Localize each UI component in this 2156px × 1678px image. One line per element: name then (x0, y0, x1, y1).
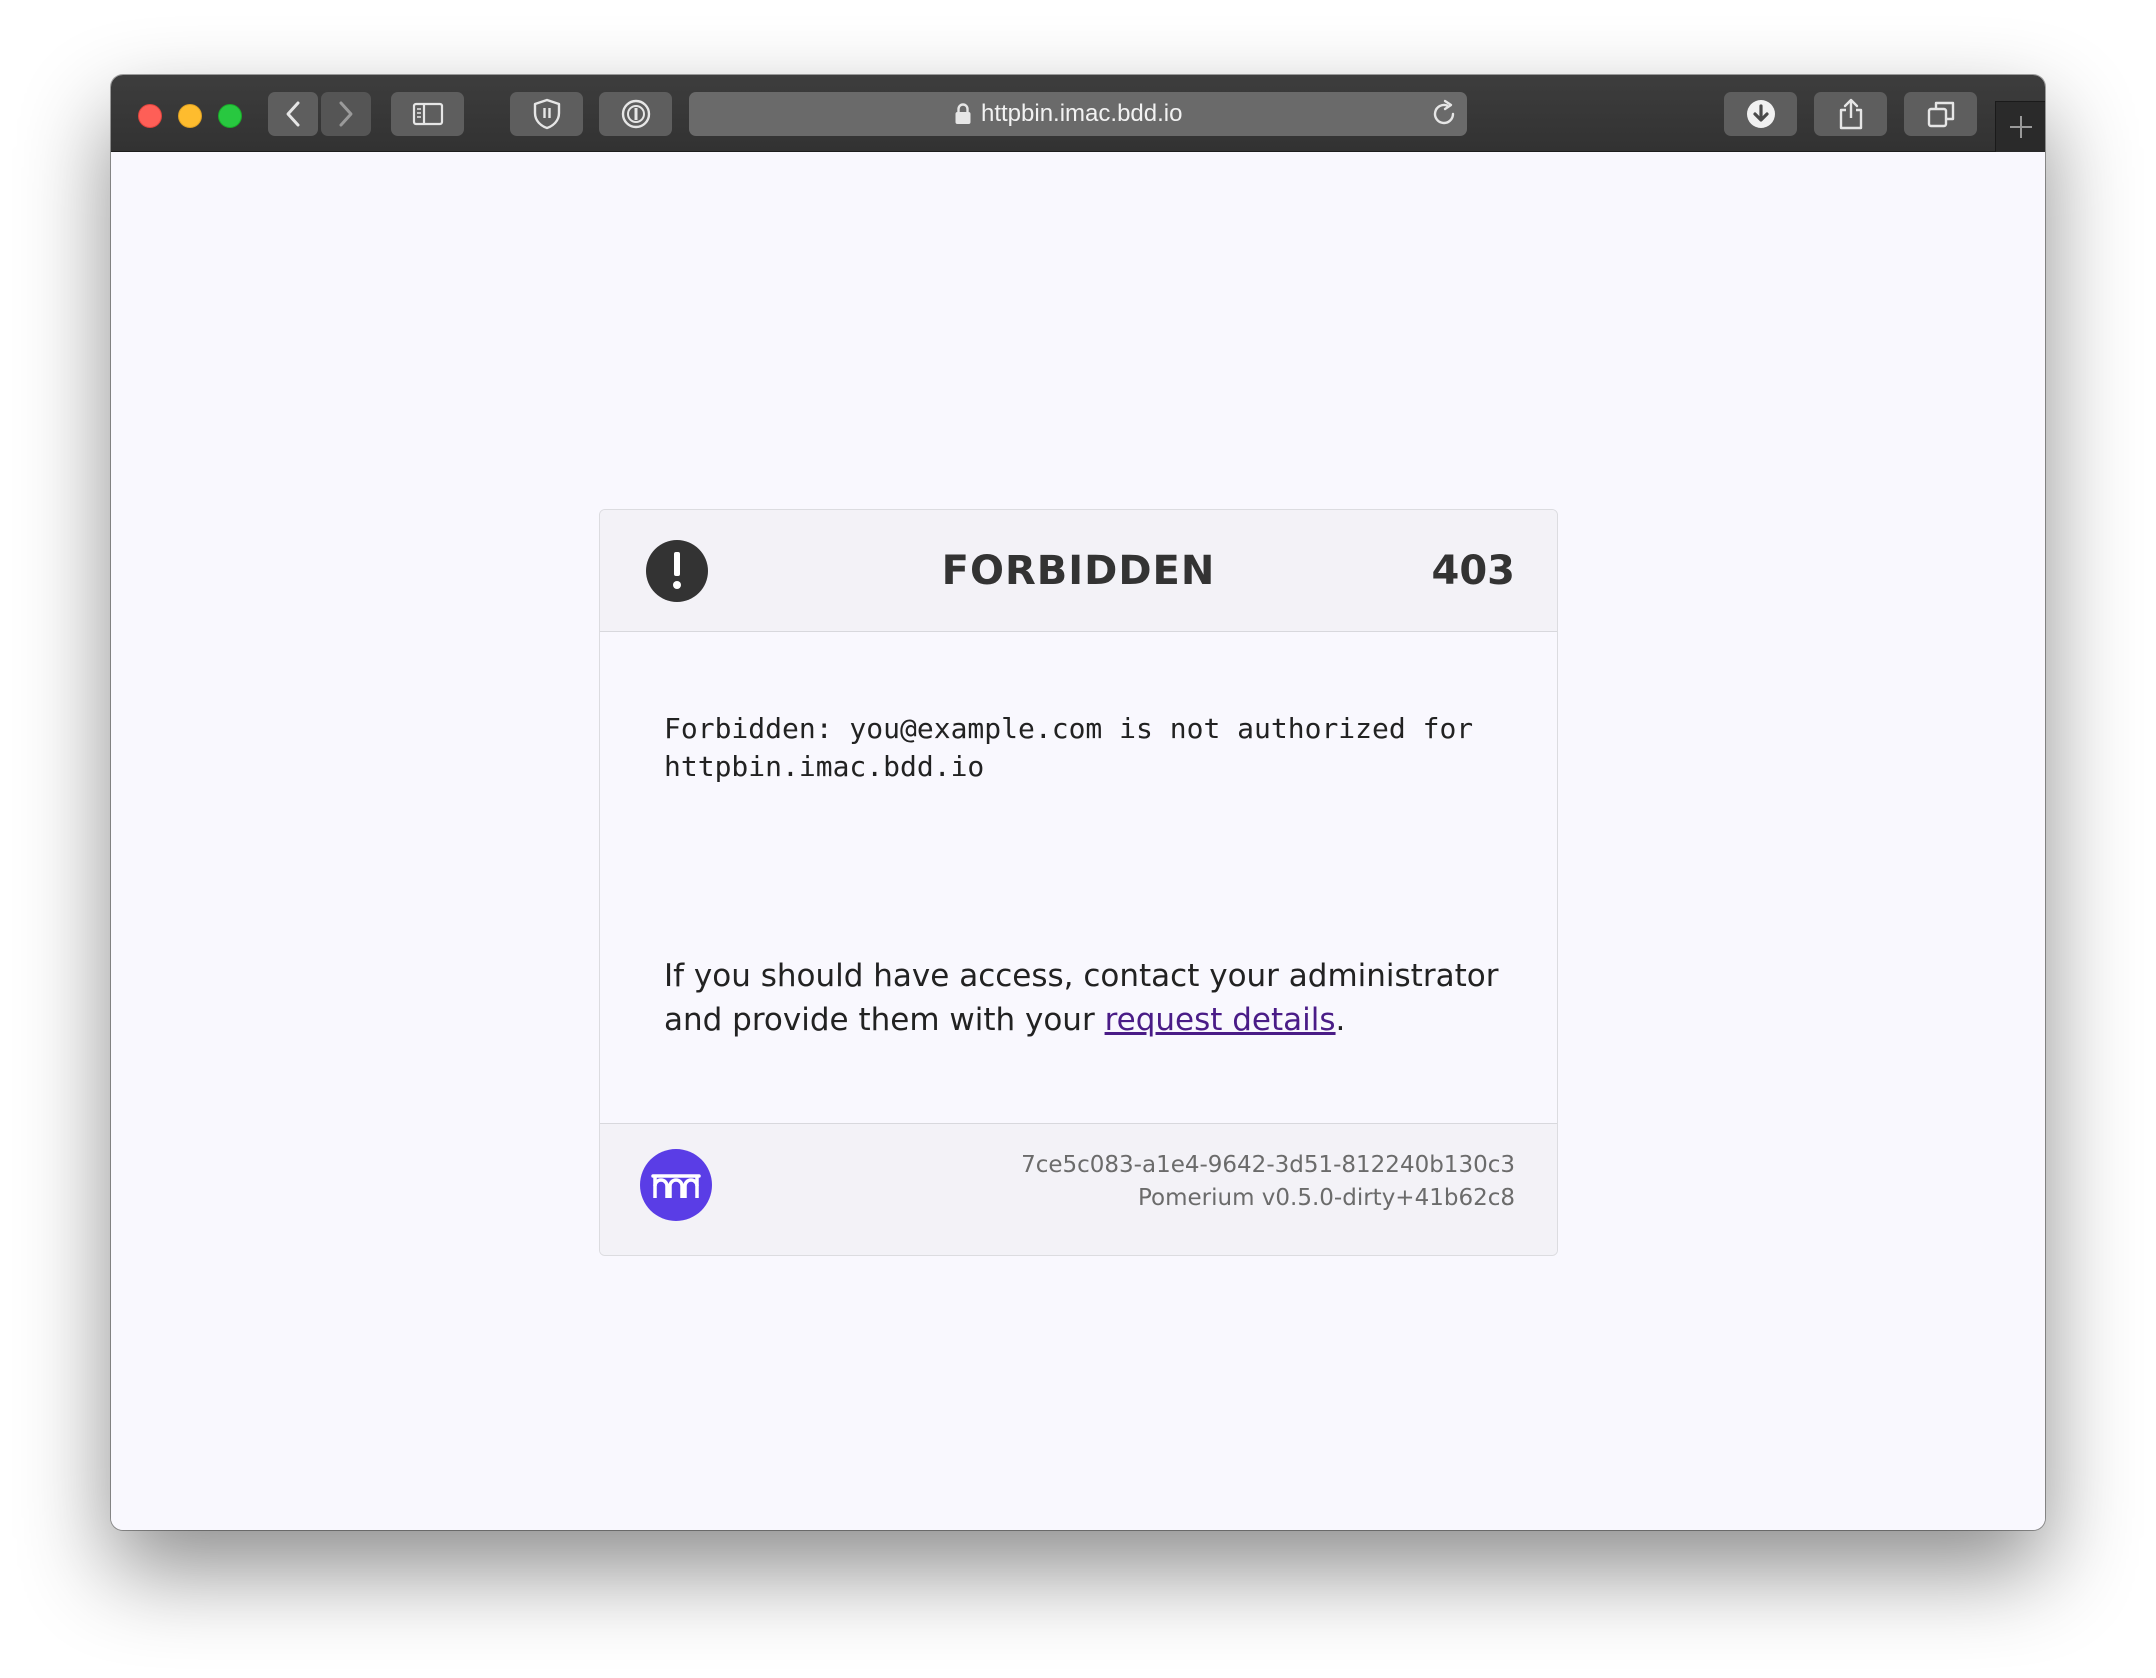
browser-window: httpbin.imac.bdd.io FORBIDDEN 403 Forbid… (111, 75, 2045, 1530)
lock-icon (955, 103, 971, 124)
pomerium-logo (640, 1149, 712, 1221)
share-button[interactable] (1814, 92, 1887, 136)
error-message-line-1: Forbidden: you@example.com is not author… (664, 712, 1474, 745)
tabs-icon (1927, 101, 1954, 128)
plus-icon (2009, 116, 2032, 138)
card-header: FORBIDDEN 403 (600, 510, 1557, 632)
downloads-button[interactable] (1724, 92, 1797, 136)
error-message: Forbidden: you@example.com is not author… (664, 710, 1504, 786)
password-manager-icon (621, 99, 650, 129)
reload-icon[interactable] (1429, 99, 1459, 129)
request-details-link[interactable]: request details (1105, 1002, 1336, 1038)
help-text-after: . (1335, 1002, 1346, 1038)
card-footer: 7ce5c083-a1e4-9642-3d51-812240b130c3 Pom… (600, 1123, 1557, 1255)
pomerium-logo-icon (651, 1174, 701, 1198)
request-id: 7ce5c083-a1e4-9642-3d51-812240b130c3 (1021, 1152, 1515, 1178)
back-button[interactable] (268, 92, 318, 136)
share-icon (1839, 98, 1862, 130)
help-text-before: If you should have access, contact your … (664, 958, 1499, 1038)
download-icon (1746, 100, 1775, 128)
privacy-extension-button[interactable] (510, 92, 583, 136)
shield-icon (533, 98, 560, 130)
sidebar-toggle-button[interactable] (391, 92, 464, 136)
chevron-left-icon (286, 101, 300, 127)
error-card: FORBIDDEN 403 Forbidden: you@example.com… (599, 509, 1558, 1256)
error-message-line-2: httpbin.imac.bdd.io (664, 750, 985, 783)
new-tab-button[interactable] (1995, 101, 2045, 152)
tab-overview-button[interactable] (1904, 92, 1977, 136)
sidebar-icon (412, 102, 443, 126)
chevron-right-icon (339, 101, 353, 127)
error-title: FORBIDDEN (941, 548, 1216, 594)
version-label: Pomerium v0.5.0-dirty+41b62c8 (1137, 1185, 1515, 1211)
browser-toolbar: httpbin.imac.bdd.io (111, 75, 2045, 152)
address-bar-url: httpbin.imac.bdd.io (981, 100, 1183, 127)
footer-info: 7ce5c083-a1e4-9642-3d51-812240b130c3 Pom… (1021, 1149, 1515, 1215)
page-content: FORBIDDEN 403 Forbidden: you@example.com… (111, 152, 2045, 1530)
password-manager-button[interactable] (599, 92, 672, 136)
forward-button[interactable] (321, 92, 371, 136)
close-window-button[interactable] (138, 104, 162, 128)
zoom-window-button[interactable] (218, 104, 242, 128)
minimize-window-button[interactable] (178, 104, 202, 128)
help-text: If you should have access, contact your … (664, 954, 1504, 1042)
status-code: 403 (1431, 548, 1516, 594)
